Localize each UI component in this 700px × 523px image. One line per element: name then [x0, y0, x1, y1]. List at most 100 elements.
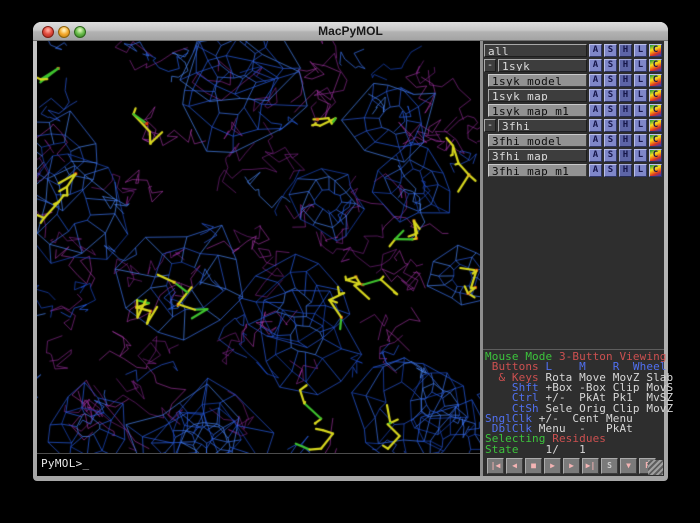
state-indicator-text: 1/ 1 — [525, 443, 586, 456]
pymol-prompt[interactable]: PyMOL>_ — [41, 457, 89, 470]
h-menu-button[interactable]: H — [619, 134, 632, 147]
movie-step-back-button[interactable]: ◀ — [506, 458, 523, 474]
object-name-button-3fhi_model[interactable]: 3fhi_model — [488, 134, 587, 147]
a-menu-button[interactable]: A — [589, 44, 602, 57]
c-menu-button[interactable]: C — [649, 119, 662, 132]
c-menu-button[interactable]: C — [649, 104, 662, 117]
h-menu-button[interactable]: H — [619, 59, 632, 72]
object-row-1syk_map: 1syk_mapASHLC — [484, 89, 663, 102]
object-row-3fhi_map: 3fhi_mapASHLC — [484, 149, 663, 162]
object-name-button-3fhi_map[interactable]: 3fhi_map — [488, 149, 587, 162]
action-buttons: ASHLC — [589, 164, 662, 177]
mouse-mode-panel: Mouse Mode 3-Button Viewing Buttons L M … — [483, 349, 664, 455]
s-menu-button[interactable]: S — [604, 164, 617, 177]
s-menu-button[interactable]: S — [604, 149, 617, 162]
h-menu-button[interactable]: H — [619, 74, 632, 87]
c-menu-button[interactable]: C — [649, 134, 662, 147]
resize-grip[interactable] — [648, 460, 663, 475]
window-title: MacPyMOL — [33, 24, 668, 38]
object-name-area: 3fhi_model — [484, 134, 587, 147]
command-line[interactable]: PyMOL>_ — [37, 453, 480, 476]
s-menu-button[interactable]: S — [604, 104, 617, 117]
s-menu-button[interactable]: S — [604, 119, 617, 132]
movie-step-forward-button[interactable]: ▶ — [563, 458, 580, 474]
movie-rewind-button[interactable]: |◀ — [487, 458, 504, 474]
object-name-button-1syk_map_m1[interactable]: 1syk_map_m1 — [488, 104, 587, 117]
action-buttons: ASHLC — [589, 74, 662, 87]
collapse-minus-button[interactable]: - — [484, 59, 496, 72]
movie-menu-button[interactable]: ▼ — [620, 458, 637, 474]
object-name-button-1syk_model[interactable]: 1syk_model — [488, 74, 587, 87]
internal-gui-panel: allASHLC-1sykASHLC1syk_modelASHLC1syk_ma… — [480, 41, 664, 476]
object-name-area: 1syk_map — [484, 89, 587, 102]
object-name-button-1syk_map[interactable]: 1syk_map — [488, 89, 587, 102]
state-indicator[interactable]: State 1/ 1 — [485, 445, 664, 455]
movie-play-button[interactable]: ▶ — [544, 458, 561, 474]
movie-stop-button[interactable]: ■ — [525, 458, 542, 474]
object-name-button-all[interactable]: all — [484, 44, 587, 57]
l-menu-button[interactable]: L — [634, 44, 647, 57]
a-menu-button[interactable]: A — [589, 59, 602, 72]
l-menu-button[interactable]: L — [634, 164, 647, 177]
h-menu-button[interactable]: H — [619, 149, 632, 162]
action-buttons: ASHLC — [589, 134, 662, 147]
movie-scene-button[interactable]: S — [601, 458, 618, 474]
macpymol-window: MacPyMOL PyMOL>_ allASHLC-1sykASHLC1syk_… — [33, 22, 668, 481]
l-menu-button[interactable]: L — [634, 89, 647, 102]
window-content: PyMOL>_ allASHLC-1sykASHLC1syk_modelASHL… — [37, 41, 664, 476]
panel-spacer — [483, 179, 664, 349]
object-name-button-1syk[interactable]: 1syk — [498, 59, 587, 72]
3d-viewport[interactable]: PyMOL>_ — [37, 41, 480, 476]
h-menu-button[interactable]: H — [619, 119, 632, 132]
action-buttons: ASHLC — [589, 44, 662, 57]
object-name-area: 3fhi_map — [484, 149, 587, 162]
movie-control-bar: |◀◀■▶▶▶|S▼F — [483, 455, 664, 476]
object-list: allASHLC-1sykASHLC1syk_modelASHLC1syk_ma… — [483, 41, 664, 179]
object-row-3fhi_map_m1: 3fhi_map_m1ASHLC — [484, 164, 663, 177]
a-menu-button[interactable]: A — [589, 89, 602, 102]
a-menu-button[interactable]: A — [589, 134, 602, 147]
h-menu-button[interactable]: H — [619, 89, 632, 102]
title-bar[interactable]: MacPyMOL — [33, 22, 668, 41]
l-menu-button[interactable]: L — [634, 119, 647, 132]
a-menu-button[interactable]: A — [589, 149, 602, 162]
object-name-button-3fhi_map_m1[interactable]: 3fhi_map_m1 — [488, 164, 587, 177]
object-name-button-3fhi[interactable]: 3fhi — [498, 119, 587, 132]
a-menu-button[interactable]: A — [589, 74, 602, 87]
object-row-1syk_model: 1syk_modelASHLC — [484, 74, 663, 87]
a-menu-button[interactable]: A — [589, 119, 602, 132]
a-menu-button[interactable]: A — [589, 104, 602, 117]
h-menu-button[interactable]: H — [619, 104, 632, 117]
s-menu-button[interactable]: S — [604, 89, 617, 102]
c-menu-button[interactable]: C — [649, 44, 662, 57]
l-menu-button[interactable]: L — [634, 134, 647, 147]
object-name-area: 1syk_map_m1 — [484, 104, 587, 117]
s-menu-button[interactable]: S — [604, 59, 617, 72]
movie-end-button[interactable]: ▶| — [582, 458, 599, 474]
collapse-minus-button[interactable]: - — [484, 119, 496, 132]
object-name-area: all — [484, 44, 587, 57]
object-row-1syk: -1sykASHLC — [484, 59, 663, 72]
l-menu-button[interactable]: L — [634, 104, 647, 117]
object-name-area: 1syk_model — [484, 74, 587, 87]
c-menu-button[interactable]: C — [649, 149, 662, 162]
object-row-all: allASHLC — [484, 44, 663, 57]
c-menu-button[interactable]: C — [649, 164, 662, 177]
s-menu-button[interactable]: S — [604, 134, 617, 147]
object-row-3fhi_model: 3fhi_modelASHLC — [484, 134, 663, 147]
c-menu-button[interactable]: C — [649, 59, 662, 72]
h-menu-button[interactable]: H — [619, 44, 632, 57]
a-menu-button[interactable]: A — [589, 164, 602, 177]
l-menu-button[interactable]: L — [634, 74, 647, 87]
s-menu-button[interactable]: S — [604, 44, 617, 57]
object-row-1syk_map_m1: 1syk_map_m1ASHLC — [484, 104, 663, 117]
object-name-area: 3fhi_map_m1 — [484, 164, 587, 177]
l-menu-button[interactable]: L — [634, 149, 647, 162]
s-menu-button[interactable]: S — [604, 74, 617, 87]
c-menu-button[interactable]: C — [649, 89, 662, 102]
l-menu-button[interactable]: L — [634, 59, 647, 72]
molecular-render-canvas[interactable] — [37, 41, 480, 453]
h-menu-button[interactable]: H — [619, 164, 632, 177]
action-buttons: ASHLC — [589, 104, 662, 117]
c-menu-button[interactable]: C — [649, 74, 662, 87]
